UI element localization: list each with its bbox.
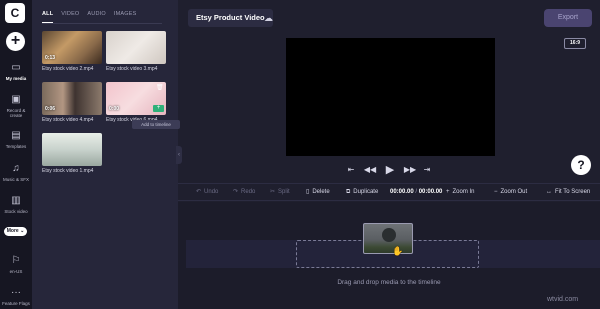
skip-end-icon[interactable]: ⇥ (422, 164, 432, 176)
zoom-in-button[interactable]: + Zoom In (446, 188, 475, 197)
help-button[interactable]: ? (571, 155, 591, 175)
edit-toolbar: ↶ Undo ↷ Redo ✂ Split ▯ Delete ⧉ Duplicate 00… (178, 183, 600, 201)
sidebar-item-label: My media (5, 76, 27, 81)
redo-button[interactable]: ↷ Redo (233, 188, 255, 197)
add-to-timeline-button[interactable]: + (153, 105, 164, 112)
media-thumbnail[interactable]: 0:06 (42, 82, 102, 115)
redo-icon: ↷ (233, 189, 239, 195)
media-thumbnail[interactable] (106, 31, 166, 64)
zoom-out-label: Zoom Out (500, 189, 528, 195)
play-icon[interactable]: ▶ (383, 164, 397, 176)
fit-label: Fit To Screen (555, 189, 591, 195)
undo-icon: ↶ (196, 189, 202, 195)
trash-icon: ▯ (306, 189, 310, 195)
media-name: Etsy stock video 3.mp4 (106, 66, 158, 72)
tab-all[interactable]: ALL (42, 11, 54, 23)
media-item[interactable]: Etsy stock video 3.mp4 (106, 31, 166, 72)
media-name: Etsy stock video 4.mp4 (42, 117, 94, 123)
media-library: ALL VIDEO AUDIO IMAGES 0:13 Etsy stock v… (32, 0, 178, 309)
minus-icon: − (494, 189, 498, 195)
tab-audio[interactable]: AUDIO (87, 11, 105, 23)
media-thumbnail[interactable] (42, 133, 102, 166)
sidebar-item-record[interactable]: ▣ Record & create (0, 94, 32, 118)
collapse-panel-button[interactable]: ‹ (176, 146, 182, 164)
time-separator: / (415, 189, 418, 195)
zoom-in-label: Zoom In (452, 189, 475, 195)
sidebar-item-label: Record & create (6, 108, 26, 118)
app-logo[interactable]: C (5, 3, 25, 23)
dragged-media-thumbnail[interactable] (363, 223, 413, 254)
sidebar-item-label: Templates (5, 144, 27, 149)
media-duration: 0:00 (109, 106, 120, 112)
video-preview (286, 38, 495, 156)
rewind-icon[interactable]: ◀◀ (363, 164, 377, 176)
more-dots-icon: ··· (11, 287, 21, 298)
sidebar-item-music[interactable]: ♫ Music & SFX (0, 163, 32, 182)
flag-icon: ⚐ (11, 255, 21, 266)
redo-label: Redo (241, 189, 256, 195)
tabs-divider (42, 23, 162, 24)
delete-label: Delete (312, 189, 330, 195)
cloud-sync-icon: ☁ (264, 13, 273, 23)
media-thumbnail[interactable]: 0:00 🗑 + (106, 82, 166, 115)
zoom-out-button[interactable]: − Zoom Out (494, 188, 527, 197)
media-duration: 0:06 (45, 106, 56, 112)
split-label: Split (278, 189, 290, 195)
grab-cursor-icon: ✋ (392, 246, 404, 256)
trash-icon[interactable]: 🗑 (156, 84, 164, 92)
camera-icon: ▣ (11, 94, 21, 105)
sidebar-item-stock-video[interactable]: ▥ Stock video (0, 195, 32, 214)
fast-forward-icon[interactable]: ▶▶ (403, 164, 417, 176)
music-icon: ♫ (12, 163, 20, 174)
duplicate-label: Duplicate (353, 189, 379, 195)
media-duration: 0:13 (45, 55, 56, 61)
export-button[interactable]: Export (544, 9, 592, 27)
add-to-timeline-tooltip: Add to timeline (132, 120, 180, 129)
sidebar-item-label: en-US (9, 269, 23, 274)
aspect-ratio-button[interactable]: 16:9 (564, 38, 586, 49)
tab-images[interactable]: IMAGES (114, 11, 137, 23)
thumbnail-image (382, 228, 396, 242)
media-thumbnail[interactable]: 0:13 (42, 31, 102, 64)
duplicate-icon: ⧉ (346, 189, 351, 195)
create-new-button[interactable]: + (6, 32, 25, 51)
project-title[interactable]: Etsy Product Video (188, 9, 273, 27)
media-item[interactable]: 0:13 Etsy stock video 2.mp4 (42, 31, 102, 72)
folder-icon: ▭ (11, 62, 21, 73)
timeline-drop-hint: Drag and drop media to the timeline (337, 279, 441, 286)
split-button[interactable]: ✂ Split (270, 188, 290, 197)
time-total: 00:00.00 (418, 189, 443, 195)
watermark: wtvid.com (547, 296, 579, 303)
media-name: Etsy stock video 2.mp4 (42, 66, 94, 72)
sidebar-item-locale[interactable]: ⚐ en-US (0, 255, 32, 274)
sidebar-item-label: Music & SFX (2, 177, 29, 182)
templates-icon: ▤ (11, 130, 21, 141)
sidebar-item-my-media[interactable]: ▭ My media (0, 62, 32, 81)
sidebar-item-label: Feature Flags (2, 301, 30, 306)
timecode: 00:00.00 / 00:00.00 (390, 188, 442, 197)
media-name: Etsy stock video 1.mp4 (42, 168, 94, 174)
sidebar-item-feature-flags[interactable]: ··· Feature Flags (0, 287, 32, 306)
scissors-icon: ✂ (270, 189, 276, 195)
skip-start-icon[interactable]: ⇤ (346, 164, 356, 176)
media-item[interactable]: 0:06 Etsy stock video 4.mp4 (42, 82, 102, 123)
time-current: 00:00.00 (390, 189, 414, 195)
fit-to-screen-button[interactable]: ↔ Fit To Screen (546, 188, 590, 197)
undo-button[interactable]: ↶ Undo (196, 188, 218, 197)
tab-video[interactable]: VIDEO (61, 11, 79, 23)
sidebar-item-label: Stock video (4, 209, 28, 214)
plus-icon: + (446, 189, 450, 195)
film-icon: ▥ (11, 195, 21, 206)
expand-icon: ↔ (546, 189, 552, 195)
undo-label: Undo (204, 189, 219, 195)
more-button[interactable]: More ⌄ (4, 227, 27, 236)
media-item[interactable]: Etsy stock video 1.mp4 (42, 133, 102, 174)
media-item[interactable]: 0:00 🗑 + Etsy stock video 6.mp4 (106, 82, 166, 123)
delete-button[interactable]: ▯ Delete (306, 188, 330, 197)
sidebar-item-templates[interactable]: ▤ Templates (0, 130, 32, 149)
media-tabs: ALL VIDEO AUDIO IMAGES (42, 11, 136, 23)
left-rail: C + ▭ My media ▣ Record & create ▤ Templ… (0, 0, 32, 309)
duplicate-button[interactable]: ⧉ Duplicate (346, 188, 378, 197)
